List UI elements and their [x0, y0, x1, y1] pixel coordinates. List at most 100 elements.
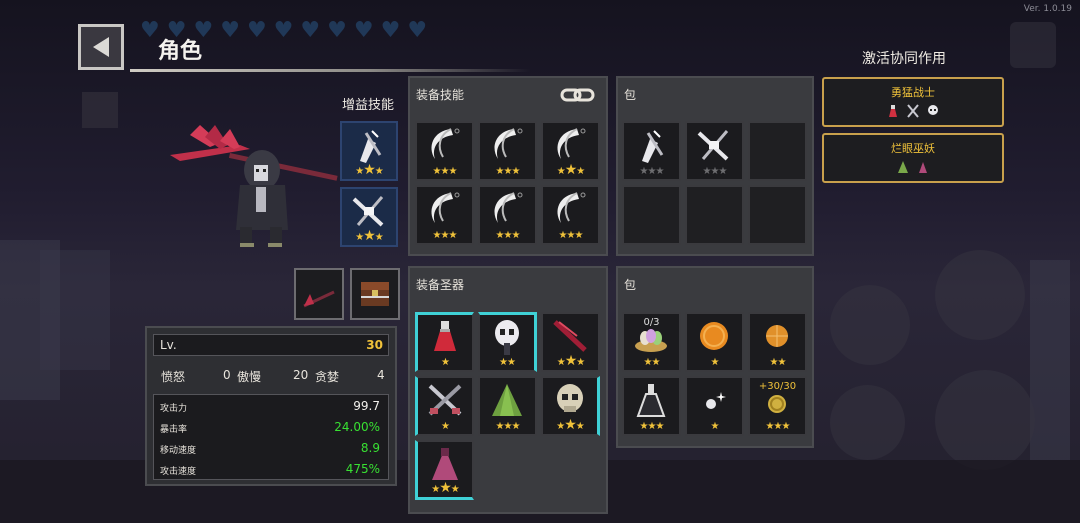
star-icon: ★	[499, 357, 508, 368]
item-slot[interactable]: ★	[685, 376, 744, 436]
star-icon: ★	[431, 484, 440, 495]
orange-coin-icon	[700, 322, 728, 350]
star-icon: ★	[503, 230, 513, 241]
moon-slash-icon	[494, 192, 523, 223]
attribute-name: 攻击速度	[160, 467, 197, 477]
item-slot[interactable]: ★	[685, 312, 744, 372]
star-rating: ★	[687, 421, 742, 432]
crossbow-up-icon	[642, 130, 664, 163]
item-slot[interactable]: +30/30 ★★★	[748, 376, 807, 436]
star-icon: ★	[503, 166, 513, 177]
skull-head-icon	[557, 384, 583, 412]
star-rating: ★★	[750, 357, 805, 368]
trait-value: 0	[223, 368, 231, 382]
star-icon: ★	[363, 228, 376, 244]
star-icon: ★	[556, 421, 565, 432]
item-slot[interactable]: ★★★	[622, 376, 681, 436]
level-label: Lv.	[160, 338, 177, 352]
cloak-icon	[898, 161, 908, 173]
item-slot[interactable]: ★★★	[478, 185, 537, 245]
heart-icon: ♥	[220, 18, 240, 43]
item-slot[interactable]: 0/3 ★★	[622, 312, 681, 372]
star-icon: ★	[374, 166, 384, 177]
star-icon: ★	[566, 230, 576, 241]
item-slot[interactable]: ★★★	[478, 121, 537, 181]
star-icon: ★	[647, 421, 657, 432]
star-icon: ★	[710, 166, 720, 177]
star-rating: ★★★	[543, 230, 598, 241]
empty-slot[interactable]	[748, 121, 807, 181]
heart-icon: ♥	[407, 18, 428, 43]
item-counter: +30/30	[758, 381, 797, 392]
item-slot[interactable]: ★	[415, 312, 474, 372]
star-icon: ★	[511, 421, 520, 432]
heart-icon: ♥	[140, 18, 160, 43]
item-slot[interactable]: ★★	[748, 312, 807, 372]
synergy-card[interactable]: 烂眼巫妖	[822, 133, 1004, 183]
star-icon: ★	[511, 230, 520, 241]
crossbow-up-icon	[360, 130, 382, 163]
item-slot[interactable]: ★	[415, 376, 474, 436]
stats-panel: Lv. 30 愤怒 0 傲慢 20 贪婪 4 攻击力 99.7 暴击率 24.0…	[145, 326, 397, 486]
star-icon: ★	[495, 166, 505, 177]
item-slot[interactable]: ★★★	[541, 312, 600, 372]
star-icon: ★	[558, 230, 568, 241]
attribute-name: 移动速度	[160, 446, 197, 456]
weapon-slot[interactable]	[294, 268, 344, 320]
item-slot[interactable]: ★★★	[340, 121, 398, 181]
star-icon: ★	[495, 230, 505, 241]
star-icon: ★	[432, 230, 442, 241]
synergy-card[interactable]: 勇猛战士	[822, 77, 1004, 127]
star-icon: ★	[655, 421, 664, 432]
item-slot[interactable]: ★★★	[415, 121, 474, 181]
star-icon: ★	[503, 421, 513, 432]
chain-link-icon[interactable]	[560, 84, 596, 106]
empty-slot[interactable]	[685, 185, 744, 245]
star-icon: ★	[576, 357, 585, 368]
star-icon: ★	[765, 421, 775, 432]
item-slot[interactable]: ★★★	[685, 121, 744, 181]
item-slot[interactable]: ★★★	[541, 376, 600, 436]
back-button[interactable]	[78, 24, 124, 70]
star-icon: ★	[651, 357, 661, 368]
star-rating: ★★	[624, 357, 679, 368]
crossbow-x-icon	[352, 196, 384, 227]
treasure-chest-icon	[361, 282, 389, 306]
empty-slot[interactable]	[622, 185, 681, 245]
moon-slash-icon	[494, 128, 523, 159]
skill-bag-title: 包	[624, 88, 637, 102]
item-slot[interactable]: ★★★	[340, 187, 398, 247]
star-icon: ★	[643, 357, 653, 368]
attribute-value: 8.9	[360, 441, 380, 455]
star-icon: ★	[639, 166, 649, 177]
star-icon: ★	[440, 166, 450, 177]
item-slot[interactable]: ★★★	[622, 121, 681, 181]
attribute-name: 暴击率	[160, 425, 188, 435]
star-rating: ★★★	[543, 163, 598, 177]
side-menu-button[interactable]	[82, 92, 118, 128]
star-icon: ★	[710, 421, 720, 432]
item-slot[interactable]: ★★	[478, 312, 537, 372]
armor-slot[interactable]	[350, 268, 400, 320]
star-icon: ★	[773, 421, 783, 432]
title-underline	[130, 69, 530, 72]
item-slot[interactable]: ★★★	[541, 185, 600, 245]
star-rating: ★★★	[417, 230, 472, 241]
sparkle-orb-icon	[706, 392, 726, 409]
star-rating: ★★★	[543, 354, 598, 368]
star-icon: ★	[556, 357, 566, 368]
star-rating: ★	[418, 421, 472, 432]
item-slot[interactable]: ★★★	[541, 121, 600, 181]
star-icon: ★	[441, 421, 450, 432]
item-slot[interactable]: ★★★	[478, 376, 537, 436]
heart-icon: ♥	[300, 18, 321, 43]
star-icon: ★	[647, 166, 657, 177]
star-icon: ★	[432, 166, 442, 177]
robe-icon	[919, 162, 927, 173]
star-icon: ★	[575, 421, 585, 432]
empty-slot[interactable]	[748, 185, 807, 245]
item-slot[interactable]: ★★★	[415, 185, 474, 245]
star-icon: ★	[374, 232, 384, 243]
star-rating: ★★★	[342, 228, 396, 244]
item-slot[interactable]: ★★★	[415, 440, 474, 500]
